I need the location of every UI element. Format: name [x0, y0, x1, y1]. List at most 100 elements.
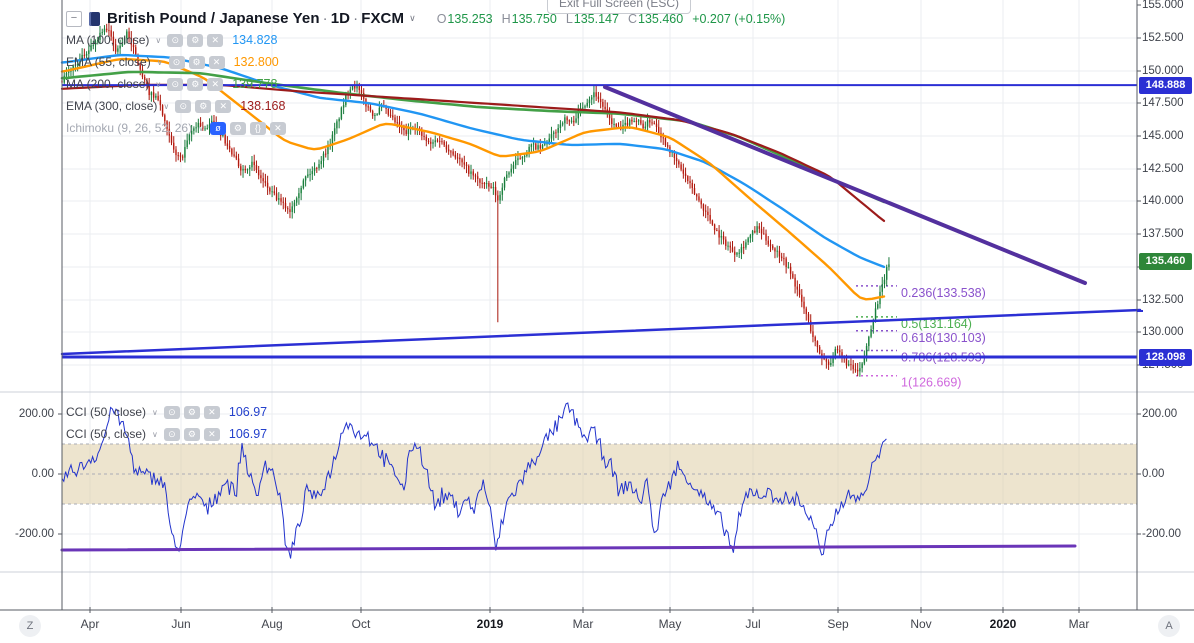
eye-icon[interactable]: ⊙ — [163, 427, 180, 441]
change-value: +0.207 (+0.15%) — [692, 11, 786, 26]
settings-icon[interactable]: ⚙ — [229, 121, 246, 135]
indicator-name[interactable]: MA (200, close) — [66, 77, 149, 91]
fib-label: 0.236(133.538) — [901, 286, 986, 300]
indicator-caret-icon[interactable]: ∨ — [198, 124, 204, 133]
time-axis-label[interactable]: 2019 — [477, 617, 504, 631]
symbol-title[interactable]: British Pound / Japanese Yen · 1D · FXCM — [107, 10, 404, 27]
cci-purple-trendline — [60, 544, 1077, 552]
price-axis-label: 147.500 — [1142, 97, 1184, 109]
indicator-caret-icon[interactable]: ∨ — [163, 102, 169, 111]
indicator-name[interactable]: EMA (300, close) — [66, 99, 157, 113]
settings-icon[interactable]: ⚙ — [188, 55, 205, 69]
indicator-value: 138.168 — [240, 99, 286, 113]
time-axis-label[interactable]: Aug — [261, 617, 282, 631]
close-icon[interactable]: ✕ — [215, 99, 232, 113]
indicator-name[interactable]: Ichimoku (9, 26, 52, 26) — [66, 121, 192, 135]
close-icon[interactable]: ✕ — [203, 427, 220, 441]
cci-axis-label-left: 200.00 — [18, 408, 54, 420]
settings-icon[interactable]: ⚙ — [195, 99, 212, 113]
indicator-name[interactable]: EMA (55, close) — [66, 55, 151, 69]
close-value: 135.460 — [638, 11, 684, 26]
bottom-left-z-button[interactable]: Z — [19, 615, 41, 637]
symbol-dropdown-caret[interactable]: ∨ — [409, 13, 416, 24]
close-icon[interactable]: ✕ — [207, 33, 224, 47]
eye-off-icon[interactable]: ø — [209, 121, 226, 135]
time-axis-label[interactable]: Nov — [910, 617, 931, 631]
eye-icon[interactable]: ⊙ — [175, 99, 192, 113]
price-axis-label: 137.500 — [1142, 228, 1184, 240]
price-axis-label: 140.000 — [1142, 195, 1184, 207]
time-axis-label[interactable]: Mar — [573, 617, 594, 631]
price-badge: 135.460 — [1139, 252, 1192, 270]
time-axis-label[interactable]: Sep — [827, 617, 848, 631]
tooltip-text: Exit Full Screen (ESC) — [559, 0, 680, 10]
fib-label: 1(126.669) — [901, 376, 961, 390]
cci-axis-label: -200.00 — [1142, 528, 1182, 540]
indicator-name[interactable]: CCI (50, close) — [66, 405, 146, 419]
indicator-row: EMA (55, close) ∨ ⊙ ⚙ ✕ 132.800 — [66, 51, 286, 73]
time-axis-label[interactable]: Oct — [352, 617, 371, 631]
fib-label: 0.618(130.103) — [901, 331, 986, 345]
settings-icon[interactable]: ⚙ — [183, 427, 200, 441]
cci-axis-label: 200.00 — [1142, 408, 1178, 420]
cci-axis-label-left: -200.00 — [14, 528, 54, 540]
indicator-caret-icon[interactable]: ∨ — [155, 80, 161, 89]
indicator-row: MA (200, close) ∨ ⊙ ⚙ ✕ 139.778 — [66, 73, 286, 95]
cci-indicator-row: CCI (50, close) ∨ ⊙ ⚙ ✕ 106.97 — [66, 423, 267, 445]
eye-icon[interactable]: ⊙ — [167, 33, 184, 47]
indicator-row: MA (100, close) ∨ ⊙ ⚙ ✕ 134.828 — [66, 29, 286, 51]
price-axis-label: 145.000 — [1142, 130, 1184, 142]
exchange-label: FXCM — [361, 10, 405, 27]
low-value: 135.147 — [573, 11, 619, 26]
indicator-caret-icon[interactable]: ∨ — [157, 58, 163, 67]
time-axis-label[interactable]: Mar — [1069, 617, 1090, 631]
cci-axis-label-left: 0.00 — [31, 468, 54, 480]
cci-indicator-row: CCI (50, close) ∨ ⊙ ⚙ ✕ 106.97 — [66, 401, 267, 423]
bottom-right-a-button[interactable]: A — [1158, 615, 1180, 637]
indicator-value: 106.97 — [228, 427, 268, 441]
symbol-logo-icon — [89, 11, 100, 26]
high-value: 135.750 — [511, 11, 557, 26]
price-axis-label: 130.000 — [1142, 326, 1184, 338]
indicator-legend: MA (100, close) ∨ ⊙ ⚙ ✕ 134.828 EMA (55, close… — [66, 29, 286, 139]
indicator-caret-icon[interactable]: ∨ — [155, 36, 161, 45]
eye-icon[interactable]: ⊙ — [163, 405, 180, 419]
price-axis-label: 132.500 — [1142, 294, 1184, 306]
settings-icon[interactable]: ⚙ — [187, 77, 204, 91]
indicator-caret-icon[interactable]: ∨ — [152, 408, 158, 417]
time-axis-label[interactable]: Jun — [171, 617, 190, 631]
indicator-name[interactable]: CCI (50, close) — [66, 427, 146, 441]
price-axis-label: 150.000 — [1142, 65, 1184, 77]
close-icon[interactable]: ✕ — [207, 77, 224, 91]
eye-icon[interactable]: ⊙ — [168, 55, 185, 69]
source-code-icon[interactable]: {} — [249, 121, 266, 135]
indicator-value: 134.828 — [232, 33, 278, 47]
price-badge: 148.888 — [1139, 76, 1192, 94]
symbol-header: − British Pound / Japanese Yen · 1D · FXCM ∨… — [66, 10, 785, 27]
indicator-value: 132.800 — [233, 55, 279, 69]
time-axis-label[interactable]: Jul — [745, 617, 760, 631]
settings-icon[interactable]: ⚙ — [187, 33, 204, 47]
indicator-row: Ichimoku (9, 26, 52, 26) ∨ ø ⚙{} ✕ — [66, 117, 286, 139]
close-icon[interactable]: ✕ — [269, 121, 286, 135]
cci-axis-label: 0.00 — [1142, 468, 1165, 480]
price-axis-label: 142.500 — [1142, 163, 1184, 175]
indicator-value: 106.97 — [228, 405, 268, 419]
time-axis-label[interactable]: Apr — [81, 617, 100, 631]
chart-window: 0.236(133.538) 0.5(131.164) 0.618(130.103)… — [0, 0, 1194, 643]
time-axis-label[interactable]: May — [659, 617, 682, 631]
legend-collapse-button[interactable]: − — [66, 10, 82, 27]
eye-icon[interactable]: ⊙ — [167, 77, 184, 91]
close-icon[interactable]: ✕ — [203, 405, 220, 419]
ohlc-readout: O135.253 H135.750 L135.147 C135.460 +0.2… — [436, 11, 786, 26]
close-icon[interactable]: ✕ — [208, 55, 225, 69]
trend-line — [603, 85, 1087, 285]
indicator-caret-icon[interactable]: ∨ — [152, 430, 158, 439]
open-value: 135.253 — [447, 11, 493, 26]
settings-icon[interactable]: ⚙ — [183, 405, 200, 419]
time-axis-label[interactable]: 2020 — [990, 617, 1017, 631]
indicator-value: 139.778 — [232, 77, 278, 91]
indicator-name[interactable]: MA (100, close) — [66, 33, 149, 47]
interval-label: 1D — [330, 10, 351, 27]
cci-legend: CCI (50, close) ∨ ⊙ ⚙ ✕ 106.97 CCI (50, close)… — [66, 401, 267, 445]
